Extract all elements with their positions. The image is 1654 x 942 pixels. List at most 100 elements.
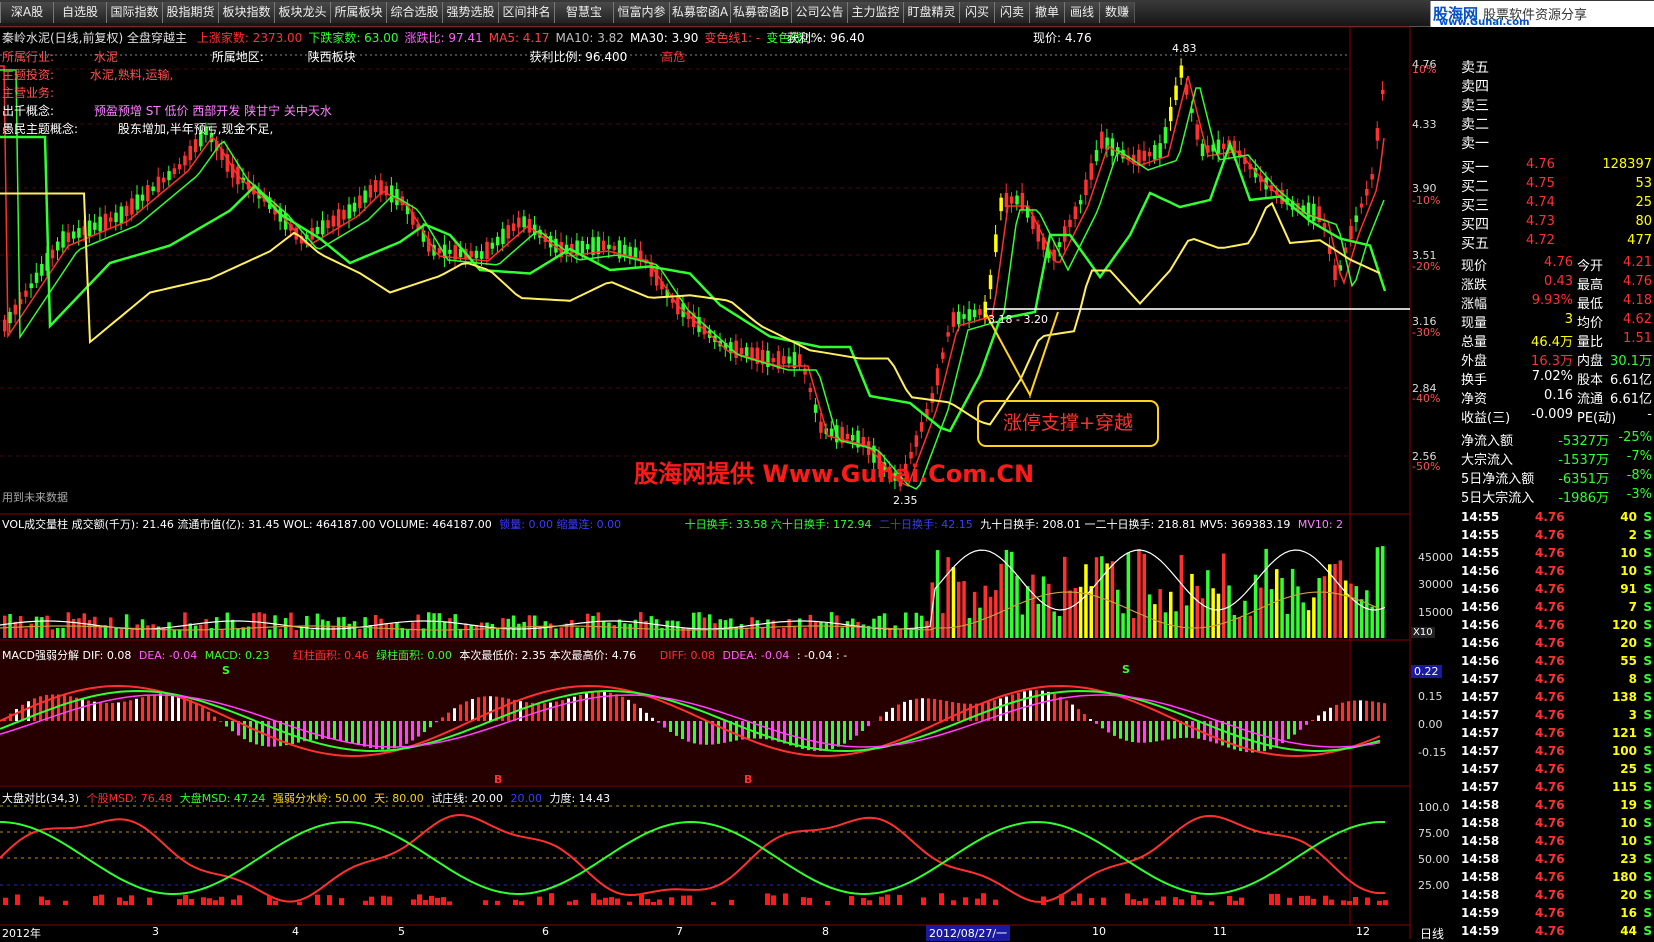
profit-percent: 获利%: 96.40 xyxy=(787,29,865,46)
quote-label: 现量 xyxy=(1461,312,1487,331)
tick-volume: 91 xyxy=(1591,582,1637,596)
tick-volume: 10 xyxy=(1591,564,1637,578)
volume-header: VOL成交量柱 成交额(千万): 21.46 流通市值(亿): 31.45 WO… xyxy=(2,516,1343,532)
tick-side: S xyxy=(1643,654,1652,668)
flow-pct: -7% xyxy=(1627,449,1652,464)
tick-time: 14:58 xyxy=(1461,816,1499,830)
flow-value: -6351万 xyxy=(1521,468,1609,487)
low-annotation: 2.35 xyxy=(893,494,918,507)
signal-mark: B xyxy=(744,773,752,786)
tick-time: 14:57 xyxy=(1461,762,1499,776)
tick-volume: 7 xyxy=(1591,600,1637,614)
signal-mark: S xyxy=(1122,663,1130,676)
buy-volume: 128397 xyxy=(1602,157,1652,172)
quote-value: 4.21 xyxy=(1623,255,1652,270)
tick-volume: 55 xyxy=(1591,654,1637,668)
range-annotation: 3.18 - 3.20 xyxy=(988,313,1048,326)
tick-price: 4.76 xyxy=(1535,834,1565,848)
date-label: 12 xyxy=(1356,925,1370,938)
quote-value: 6.61亿 xyxy=(1610,369,1652,388)
header-stat: MA30: 3.90 xyxy=(630,31,698,45)
quote-label: 换手 xyxy=(1461,369,1487,388)
quote-label: 涨跌 xyxy=(1461,274,1487,293)
msd-tick: 50.00 xyxy=(1418,853,1450,866)
tick-time: 14:58 xyxy=(1461,852,1499,866)
quote-value: 9.93% xyxy=(1501,293,1573,308)
tick-price: 4.76 xyxy=(1535,546,1565,560)
buy-volume: 53 xyxy=(1635,176,1652,191)
tick-side: S xyxy=(1643,708,1652,722)
tick-price: 4.76 xyxy=(1535,780,1565,794)
sell-level: 卖二 xyxy=(1461,114,1489,134)
future-data-note: 用到未来数据 xyxy=(2,489,68,505)
volume-tick: 45000 xyxy=(1418,551,1453,564)
tick-time: 14:58 xyxy=(1461,834,1499,848)
tick-side: S xyxy=(1643,582,1652,596)
macd-tick: 0.22 xyxy=(1411,665,1442,678)
flow-label: 大宗流入 xyxy=(1461,449,1513,468)
tick-time: 14:57 xyxy=(1461,744,1499,758)
quote-label: 最高 xyxy=(1577,274,1603,293)
date-label: 8 xyxy=(822,925,829,938)
header-stats: 上涨家数: 2373.00下跌家数: 63.00涨跌比: 97.41MA5: 4… xyxy=(191,31,822,45)
tick-volume: 10 xyxy=(1591,834,1637,848)
tick-volume: 40 xyxy=(1591,510,1637,524)
percent-tick: -20% xyxy=(1412,260,1440,273)
tick-time: 14:57 xyxy=(1461,726,1499,740)
buy-price: 4.76 xyxy=(1526,157,1555,172)
quote-value: 30.1万 xyxy=(1610,350,1652,369)
header-stat: 变色线1: - xyxy=(704,31,760,45)
tick-side: S xyxy=(1643,888,1652,902)
header-stat: 下跌家数: 63.00 xyxy=(308,31,398,45)
date-label: 5 xyxy=(398,925,405,938)
percent-tick: 10% xyxy=(1412,63,1436,76)
macd-header: MACD强弱分解 DIF: 0.08 DEA: -0.04 MACD: 0.23… xyxy=(2,647,847,663)
sell-level: 卖四 xyxy=(1461,76,1489,96)
tick-side: S xyxy=(1643,870,1652,884)
tick-side: S xyxy=(1643,726,1652,740)
tick-side: S xyxy=(1643,744,1652,758)
tick-time: 14:59 xyxy=(1461,924,1499,938)
flow-pct: -3% xyxy=(1627,487,1652,502)
quote-label: 外盘 xyxy=(1461,350,1487,369)
tick-volume: 138 xyxy=(1591,690,1637,704)
sell-level: 卖五 xyxy=(1461,57,1489,77)
date-label: 3 xyxy=(152,925,159,938)
tick-side: S xyxy=(1643,852,1652,866)
macd-tick: 0.00 xyxy=(1418,718,1443,731)
tick-volume: 115 xyxy=(1591,780,1637,794)
tick-volume: 121 xyxy=(1591,726,1637,740)
volume-unit: X10 xyxy=(1411,627,1435,638)
tick-price: 4.76 xyxy=(1535,798,1565,812)
tick-price: 4.76 xyxy=(1535,906,1565,920)
tick-side: S xyxy=(1643,672,1652,686)
buy-level: 买五 xyxy=(1461,233,1489,253)
header-stat: MA10: 3.82 xyxy=(556,31,624,45)
buy-price: 4.74 xyxy=(1526,195,1555,210)
flow-value: -1537万 xyxy=(1521,449,1609,468)
tick-volume: 16 xyxy=(1591,906,1637,920)
tick-volume: 2 xyxy=(1591,528,1637,542)
tick-side: S xyxy=(1643,906,1652,920)
tick-time: 14:58 xyxy=(1461,870,1499,884)
date-label: 7 xyxy=(676,925,683,938)
quote-value: 16.3万 xyxy=(1501,350,1573,369)
tick-volume: 44 xyxy=(1591,924,1637,938)
tick-price: 4.76 xyxy=(1535,924,1565,938)
quote-value: -0.009 xyxy=(1513,407,1573,422)
quote-value: 46.4万 xyxy=(1501,331,1573,350)
flow-pct: -8% xyxy=(1627,468,1652,483)
msd-tick: 100.0 xyxy=(1418,801,1450,814)
quote-value: 0.43 xyxy=(1501,274,1573,289)
quote-label: 今开 xyxy=(1577,255,1603,274)
quote-label: 涨幅 xyxy=(1461,293,1487,312)
tick-volume: 100 xyxy=(1591,744,1637,758)
volume-tick: 30000 xyxy=(1418,578,1453,591)
tick-price: 4.76 xyxy=(1535,636,1565,650)
buy-price: 4.75 xyxy=(1526,176,1555,191)
tick-price: 4.76 xyxy=(1535,816,1565,830)
tick-price: 4.76 xyxy=(1535,708,1565,722)
quote-label: 均价 xyxy=(1577,312,1603,331)
flow-value: -5327万 xyxy=(1521,430,1609,449)
sell-level: 卖三 xyxy=(1461,95,1489,115)
